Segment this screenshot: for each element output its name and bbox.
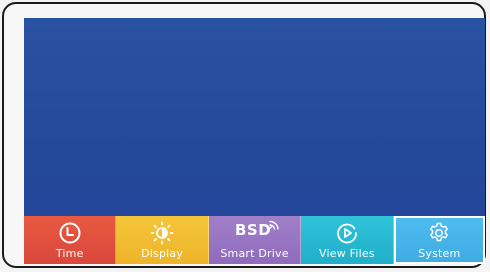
bsd-icon: BSD (234, 221, 272, 239)
clock-icon (59, 222, 81, 244)
menu-item-smart-drive[interactable]: BSD Smart Drive (208, 216, 302, 264)
bottom-menu-bar: Time Display BSD Smart Drive View Files … (24, 216, 485, 264)
menu-item-smart-drive-label: Smart Drive (220, 247, 289, 260)
menu-item-time[interactable]: Time (24, 216, 117, 264)
signal-waves-icon (268, 220, 279, 230)
menu-item-time-label: Time (55, 247, 84, 260)
gear-icon (430, 222, 449, 242)
device-bezel: Time Display BSD Smart Drive View Files … (2, 2, 486, 268)
menu-item-display-label: Display (141, 247, 184, 260)
menu-item-view-files-label: View Files (319, 247, 375, 260)
menu-item-display[interactable]: Display (116, 216, 209, 264)
play-icon (337, 223, 357, 244)
menu-item-system[interactable]: System (393, 216, 485, 264)
menu-item-system-label: System (418, 247, 461, 260)
screen: Time Display BSD Smart Drive View Files … (24, 18, 485, 264)
brightness-icon (150, 221, 174, 245)
menu-item-view-files[interactable]: View Files (301, 216, 394, 264)
